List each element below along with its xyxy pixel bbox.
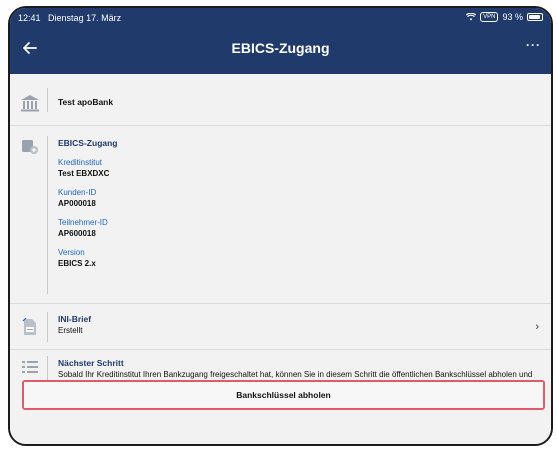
battery-icon [527,13,543,21]
ebics-details: EBICS-Zugang Kreditinstitut Test EBXDXC … [58,138,539,268]
fetch-bank-keys-button[interactable]: Bankschlüssel abholen [24,382,543,408]
field-teilnehmer-id: Teilnehmer-ID AP600018 [58,218,539,238]
ini-letter-card[interactable]: INI-Brief Erstellt › [10,304,551,350]
ini-title: INI-Brief [58,314,92,324]
field-kreditinstitut: Kreditinstitut Test EBXDXC [58,158,539,178]
field-value: AP600018 [58,229,96,238]
field-label: Kreditinstitut [58,158,103,167]
field-version: Version EBICS 2.x [58,248,539,268]
field-kunden-id: Kunden-ID AP000018 [58,188,539,208]
ini-letter-text: INI-Brief Erstellt [58,314,539,335]
more-menu-button[interactable]: ··· [526,38,541,52]
wifi-icon [466,13,477,21]
field-label: Kunden-ID [58,188,97,197]
bank-card[interactable]: Test apoBank [10,74,551,126]
list-icon [22,361,38,373]
field-label: Version [58,248,85,257]
status-right: VPN 93 % [466,12,543,22]
document-icon [22,318,36,335]
ini-status: Erstellt [58,326,83,335]
bank-icon [21,95,39,112]
device-frame: 12:41 Dienstag 17. März VPN 93 % EBICS-Z… [8,6,553,446]
battery-percent: 93 % [502,12,523,22]
status-left: 12:41 Dienstag 17. März [18,13,126,23]
ebics-access-icon [22,140,38,154]
field-value: EBICS 2.x [58,259,96,268]
vpn-badge: VPN [480,12,499,22]
status-date: Dienstag 17. März [48,13,122,23]
page-title: EBICS-Zugang [231,40,330,56]
fetch-bank-keys-wrapper: Bankschlüssel abholen [22,380,545,410]
top-bar: 12:41 Dienstag 17. März VPN 93 % EBICS-Z… [10,8,551,74]
nav-row: EBICS-Zugang ··· [10,32,551,66]
field-value: AP000018 [58,199,96,208]
field-label: Teilnehmer-ID [58,218,108,227]
divider-line [47,136,48,294]
next-step-title: Nächster Schritt [58,358,124,368]
divider-line [47,88,48,112]
ebics-title: EBICS-Zugang [58,138,118,148]
status-bar: 12:41 Dienstag 17. März VPN 93 % [10,8,551,28]
chevron-right-icon[interactable]: › [535,321,539,333]
divider-line [47,312,48,342]
content-area: Test apoBank EBICS-Zugang Kreditinstitut… [10,74,551,444]
ebics-card: EBICS-Zugang Kreditinstitut Test EBXDXC … [10,126,551,304]
field-value: Test EBXDXC [58,169,110,178]
status-time: 12:41 [18,13,41,23]
bank-name: Test apoBank [58,97,114,107]
